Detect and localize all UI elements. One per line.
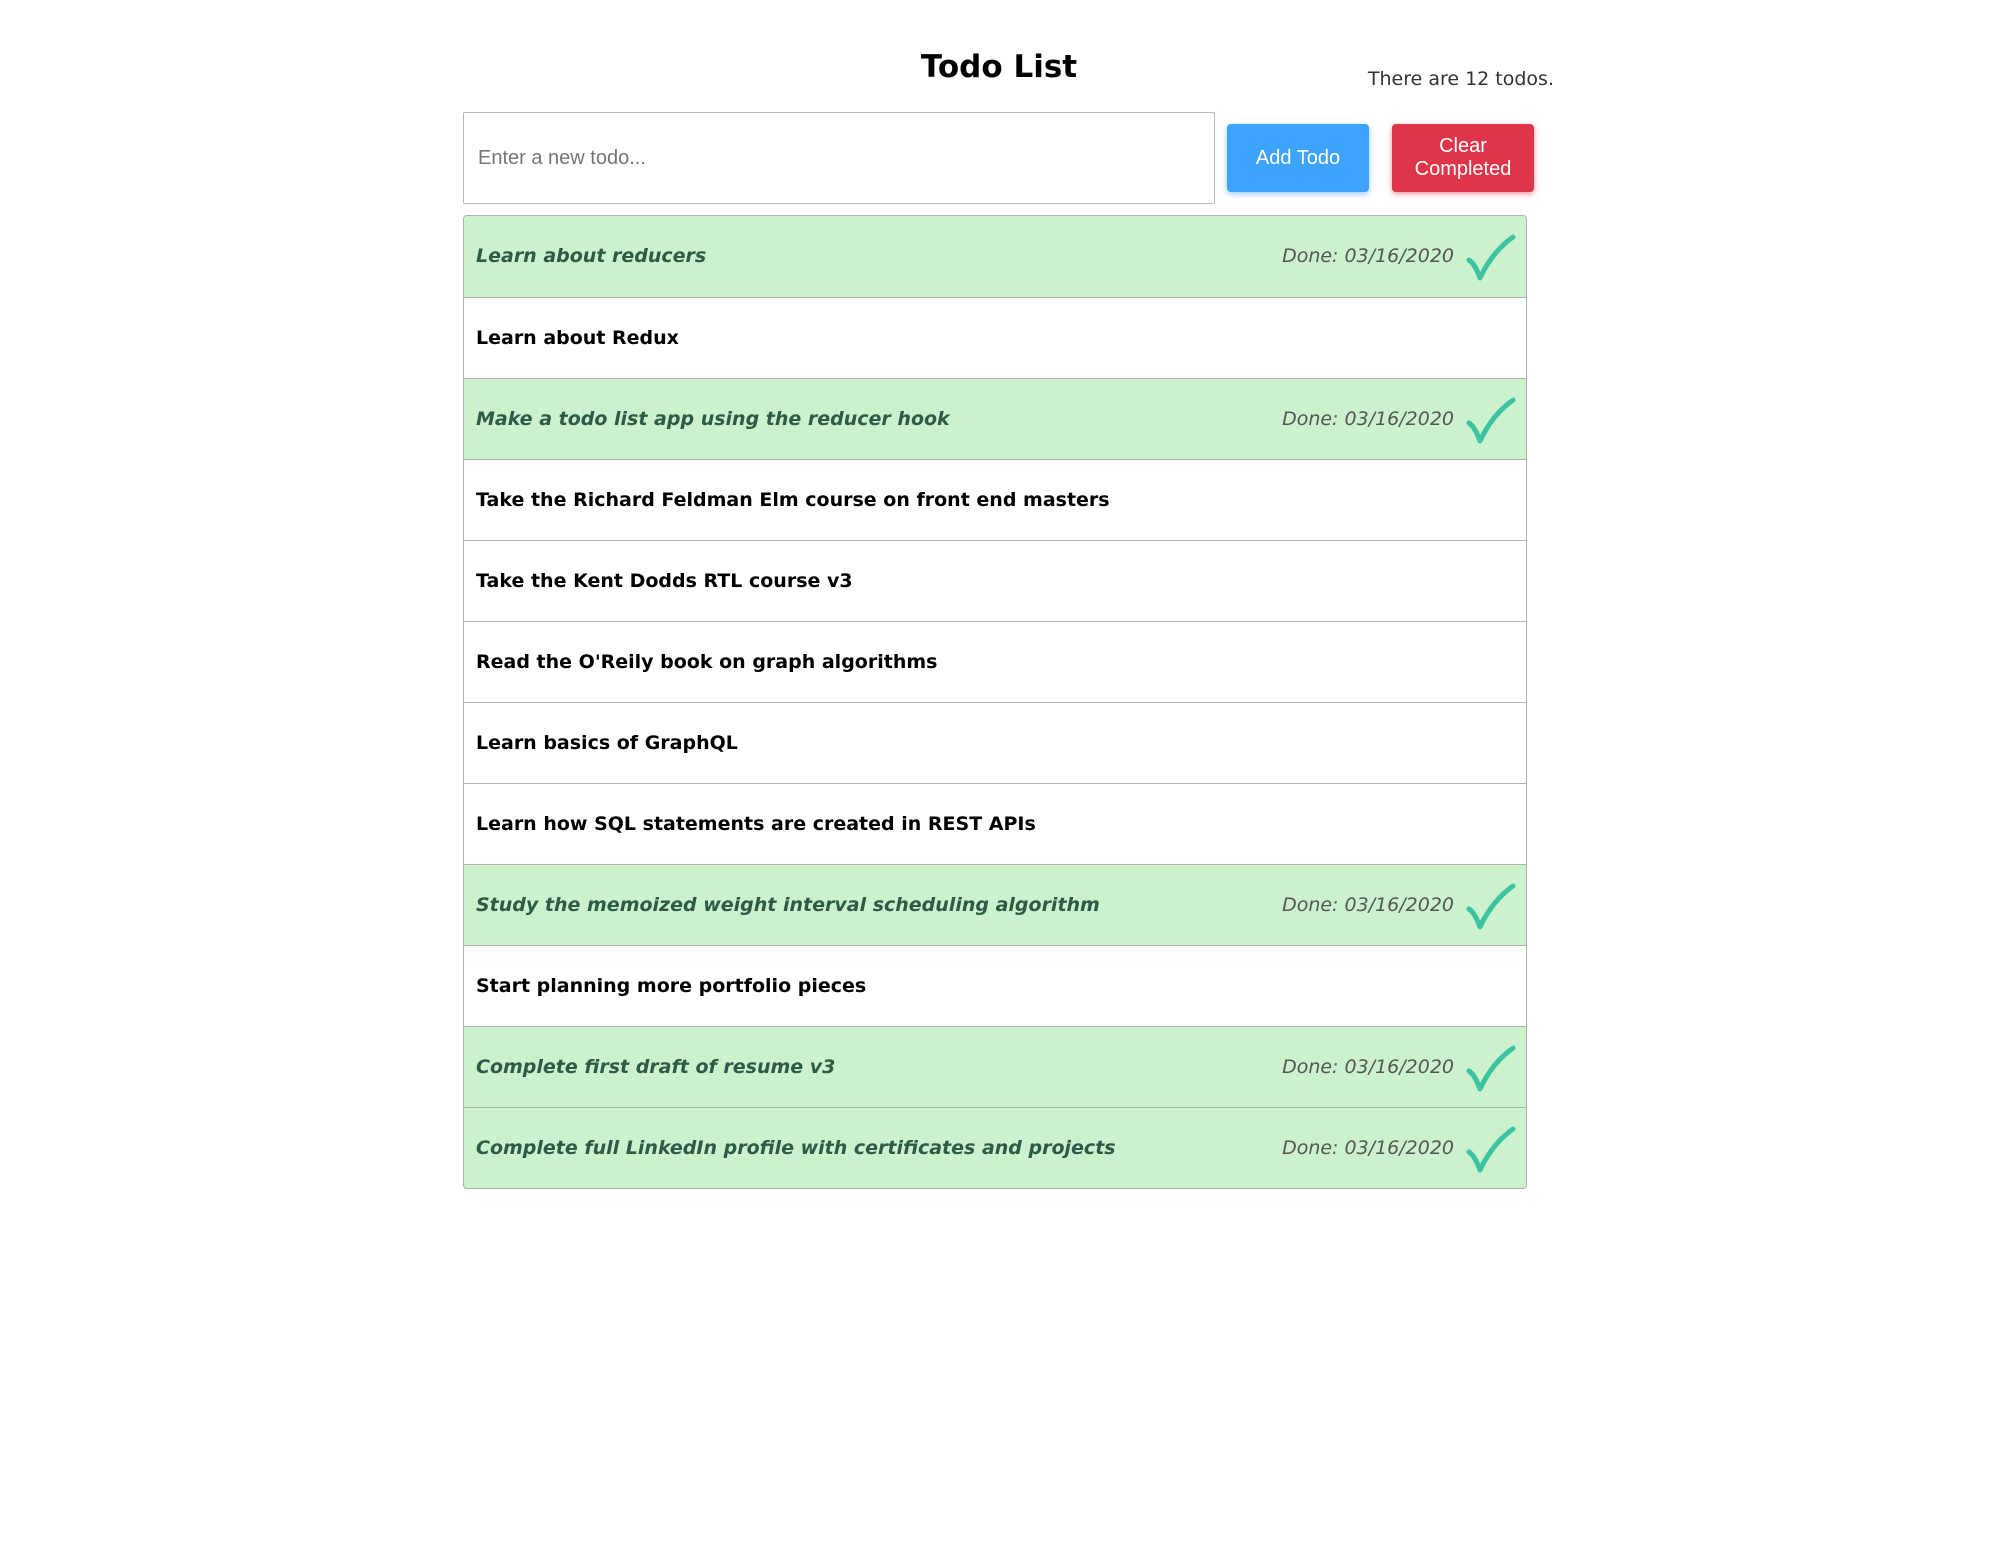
todo-item[interactable]: Complete first draft of resume v3 Done: 0… [464,1026,1526,1107]
todo-done-date: Done: 03/16/2020 [1282,408,1454,430]
todo-item[interactable]: Learn about Redux [464,297,1526,378]
todo-item[interactable]: Learn how SQL statements are created in … [464,783,1526,864]
todo-text: Take the Richard Feldman Elm course on f… [476,489,1110,511]
todo-text: Learn about Redux [476,327,679,349]
todo-list: Learn about reducers Done: 03/16/2020 Lear… [463,215,1527,1189]
todo-done-date: Done: 03/16/2020 [1282,245,1454,267]
todo-item[interactable]: Read the O'Reily book on graph algorithm… [464,621,1526,702]
todo-text: Take the Kent Dodds RTL course v3 [476,570,853,592]
checkmark-icon [1466,1045,1516,1092]
todo-text: Learn about reducers [476,245,707,267]
todo-item[interactable]: Complete full LinkedIn profile with cert… [464,1107,1526,1188]
checkmark-icon [1466,234,1516,281]
add-todo-button[interactable]: Add Todo [1227,124,1369,192]
todo-item[interactable]: Take the Richard Feldman Elm course on f… [464,459,1526,540]
todo-done-date: Done: 03/16/2020 [1282,1137,1454,1159]
new-todo-input[interactable] [463,112,1215,204]
todo-done-date: Done: 03/16/2020 [1282,894,1454,916]
todo-item[interactable]: Learn about reducers Done: 03/16/2020 [464,216,1526,297]
todo-text: Make a todo list app using the reducer h… [476,408,950,430]
todo-text: Read the O'Reily book on graph algorithm… [476,651,938,673]
checkmark-icon [1466,1126,1516,1173]
todo-text: Learn how SQL statements are created in … [476,813,1036,835]
todo-item[interactable]: Make a todo list app using the reducer h… [464,378,1526,459]
todo-text: Study the memoized weight interval sched… [476,894,1100,916]
todo-item[interactable]: Start planning more portfolio pieces [464,945,1526,1026]
todo-done-date: Done: 03/16/2020 [1282,1056,1454,1078]
todo-text: Learn basics of GraphQL [476,732,738,754]
clear-completed-button[interactable]: Clear Completed [1392,124,1534,192]
todo-item[interactable]: Learn basics of GraphQL [464,702,1526,783]
checkmark-icon [1466,883,1516,930]
todo-count: There are 12 todos. [1367,68,1554,90]
todo-text: Start planning more portfolio pieces [476,975,867,997]
todo-item[interactable]: Take the Kent Dodds RTL course v3 [464,540,1526,621]
todo-text: Complete full LinkedIn profile with cert… [476,1137,1116,1159]
todo-text: Complete first draft of resume v3 [476,1056,836,1078]
page-title: Todo List [920,48,1078,85]
checkmark-icon [1466,397,1516,444]
todo-item[interactable]: Study the memoized weight interval sched… [464,864,1526,945]
